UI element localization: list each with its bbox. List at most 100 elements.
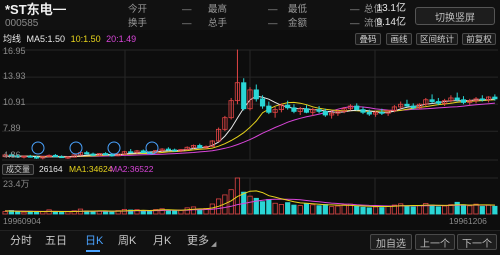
active-tab-indicator (86, 250, 100, 252)
add-watchlist-button[interactable]: 加自选 (370, 234, 412, 250)
date-end: 19961206 (449, 216, 487, 226)
volume-bar (285, 202, 291, 215)
volume-ma2: MA2:36522 (110, 164, 154, 174)
y-tick-3: 10.91 (3, 97, 26, 107)
volume-bar (102, 210, 109, 215)
tab-five-day[interactable]: 五日 (45, 236, 67, 247)
tab-intraday[interactable]: 分时 (10, 236, 32, 247)
tab-weekly-k[interactable]: 周K (118, 236, 136, 247)
candle-body (303, 108, 310, 113)
volume-bar (454, 201, 460, 215)
volume-bar (90, 211, 96, 215)
candle-body (479, 98, 485, 101)
volume-bar (435, 206, 441, 215)
candle-body (454, 97, 460, 101)
tab-daily-k[interactable]: 日K (85, 236, 103, 247)
volume-bar (354, 205, 360, 215)
volume-bar (15, 211, 21, 215)
volume-bar (416, 205, 423, 215)
volume-bar (442, 205, 448, 215)
volume-bar (310, 204, 316, 215)
volume-bar (329, 206, 335, 215)
volume-bar (379, 207, 385, 215)
candle-body (322, 111, 328, 116)
volume-bar (65, 211, 71, 215)
candle-body (102, 153, 109, 156)
candle-body (241, 82, 247, 110)
candle-body (84, 152, 90, 155)
kline-chart[interactable] (0, 0, 500, 254)
candle-body (366, 111, 372, 115)
volume-bar (121, 208, 128, 215)
y-tick-4: 7.89 (3, 123, 21, 133)
volume-bar (266, 198, 272, 215)
y-tick-5: 4.86 (3, 150, 21, 160)
volume-bar (460, 204, 467, 215)
volume-bar (360, 206, 366, 215)
candle-body (27, 155, 33, 158)
date-start: 19960904 (3, 216, 41, 226)
volume-value: 26164 (39, 164, 63, 174)
volume-bar (278, 204, 284, 215)
candle-body (266, 105, 272, 113)
volume-bar (316, 205, 322, 215)
previous-stock-button[interactable]: 上一个 (415, 234, 455, 250)
next-stock-button[interactable]: 下一个 (457, 234, 497, 250)
volume-bar (184, 207, 190, 215)
volume-bar (2, 211, 8, 215)
volume-bar (473, 203, 479, 215)
volume-max-label: 23.4万 (3, 179, 30, 189)
chart-grid (2, 49, 498, 215)
candle-body (316, 109, 322, 112)
volume-bar (467, 205, 473, 215)
more-dropdown-icon[interactable]: ◢ (211, 241, 216, 248)
volume-bar (448, 204, 454, 215)
candle-body (52, 154, 58, 158)
event-marker-circle (31, 141, 45, 155)
candle-body (291, 107, 297, 112)
candle-body (197, 145, 203, 149)
candle-body (492, 96, 498, 100)
candle-body (109, 154, 115, 157)
candle-body (259, 98, 266, 107)
candle-body (429, 99, 435, 102)
volume-bar (429, 204, 435, 215)
volume-bar (40, 211, 46, 215)
candle-body (360, 109, 366, 113)
candle-body (140, 150, 146, 154)
candle-body (435, 101, 441, 104)
volume-indicator-button[interactable]: 成交量 (2, 164, 34, 175)
volume-bar (322, 204, 328, 215)
volume-bar (146, 210, 153, 215)
volume-bar (404, 205, 410, 215)
candle-body (460, 99, 467, 103)
volume-bar (303, 203, 310, 215)
volume-bar (385, 205, 391, 215)
volume-bar (291, 204, 297, 215)
candle-body (172, 149, 178, 152)
candle-body (59, 156, 65, 159)
volume-bar (492, 205, 498, 215)
volume-ma1: MA1:34624 (69, 164, 113, 174)
volume-bar (259, 201, 266, 215)
tab-monthly-k[interactable]: 月K (153, 236, 171, 247)
y-tick-1: 16.95 (3, 46, 26, 56)
candle-body (354, 105, 360, 111)
event-marker-circle (107, 141, 121, 155)
volume-bar (59, 212, 65, 215)
volume-bar (33, 211, 40, 215)
candle-body (90, 153, 96, 156)
candle-body (410, 105, 416, 109)
volume-bar (172, 210, 178, 215)
volume-bar (52, 211, 58, 215)
volume-bar (341, 204, 347, 215)
event-marker-circle (69, 141, 83, 155)
volume-bar (366, 207, 372, 215)
tab-more[interactable]: 更多 (187, 236, 209, 247)
volume-bar (190, 206, 197, 215)
volume-bar (109, 211, 115, 215)
volume-bar (479, 206, 485, 215)
candle-body (253, 89, 259, 100)
y-tick-2: 13.93 (3, 71, 26, 81)
volume-bar (372, 206, 379, 215)
